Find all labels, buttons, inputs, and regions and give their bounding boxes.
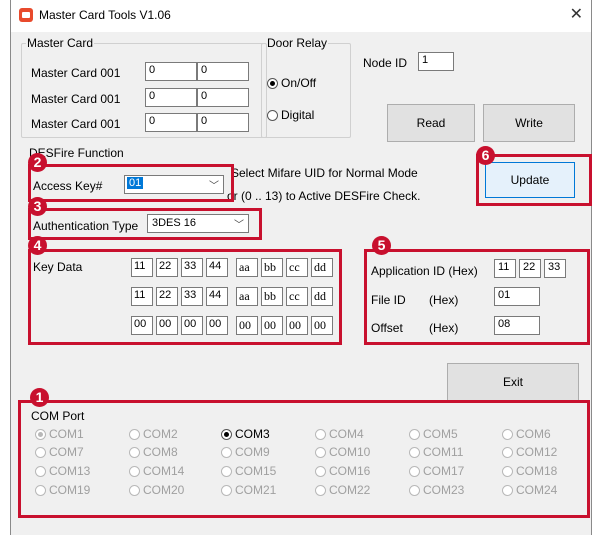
radio-checked-icon bbox=[267, 77, 278, 89]
master-card-legend: Master Card bbox=[27, 36, 94, 50]
annotation-box-3 bbox=[28, 208, 262, 240]
desfire-info-line2: or (0 .. 13) to Active DESFire Check. bbox=[227, 189, 421, 203]
title-bar: Master Card Tools V1.06 ✕ bbox=[11, 0, 591, 32]
door-relay-onoff-radio[interactable]: On/Off bbox=[267, 76, 316, 90]
app-icon bbox=[19, 8, 33, 22]
master-card-label-3: Master Card 001 bbox=[31, 117, 121, 131]
master-card-3-field-b[interactable]: 0 bbox=[197, 113, 249, 132]
door-relay-digital-label: Digital bbox=[281, 108, 315, 122]
master-card-2-field-b[interactable]: 0 bbox=[197, 88, 249, 107]
annotation-badge-4: 4 bbox=[28, 236, 47, 255]
annotation-box-6 bbox=[476, 154, 592, 206]
node-id-input[interactable]: 1 bbox=[418, 52, 454, 71]
node-id-label: Node ID bbox=[363, 56, 408, 70]
door-relay-onoff-label: On/Off bbox=[281, 76, 317, 90]
master-card-label-1: Master Card 001 bbox=[31, 66, 121, 80]
close-icon[interactable]: ✕ bbox=[570, 4, 583, 24]
master-card-label-2: Master Card 001 bbox=[31, 92, 121, 106]
window-title: Master Card Tools V1.06 bbox=[39, 8, 171, 22]
door-relay-digital-radio[interactable]: Digital bbox=[267, 108, 314, 122]
annotation-badge-2: 2 bbox=[28, 153, 47, 172]
annotation-badge-6: 6 bbox=[476, 146, 495, 165]
annotation-box-1 bbox=[18, 400, 590, 518]
annotation-badge-5: 5 bbox=[372, 236, 391, 255]
annotation-box-5 bbox=[364, 249, 590, 345]
master-card-1-field-b[interactable]: 0 bbox=[197, 62, 249, 81]
exit-button[interactable]: Exit bbox=[447, 363, 579, 401]
master-card-3-field-a[interactable]: 0 bbox=[145, 113, 197, 132]
annotation-badge-1: 1 bbox=[30, 388, 49, 407]
annotation-box-2 bbox=[28, 164, 234, 202]
radio-unchecked-icon bbox=[267, 109, 278, 121]
door-relay-legend: Door Relay bbox=[267, 36, 328, 50]
annotation-box-4 bbox=[28, 249, 342, 345]
master-card-1-field-a[interactable]: 0 bbox=[145, 62, 197, 81]
read-button[interactable]: Read bbox=[387, 104, 475, 142]
master-card-2-field-a[interactable]: 0 bbox=[145, 88, 197, 107]
annotation-badge-3: 3 bbox=[28, 197, 47, 216]
desfire-info-line1: Select Mifare UID for Normal Mode bbox=[231, 166, 418, 180]
write-button[interactable]: Write bbox=[483, 104, 575, 142]
